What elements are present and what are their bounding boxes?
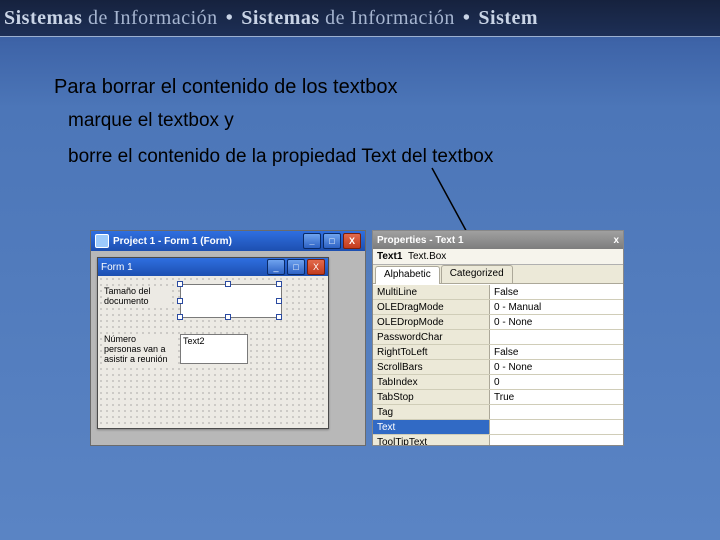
resize-handle[interactable] [225,314,231,320]
banner-word-bold-3: Sistem [478,7,538,30]
object-selector[interactable]: Text1 Text.Box [373,249,623,265]
minimize-button[interactable]: _ [303,233,321,249]
banner: Sistemas de Información • Sistemas de In… [0,0,720,36]
separator-dot: • [463,7,471,30]
tab-alphabetic[interactable]: Alphabetic [375,266,440,284]
instruction-line-1: marque el textbox y [68,110,234,132]
textbox-2[interactable]: Text2 [180,334,248,364]
resize-handle[interactable] [276,314,282,320]
property-value[interactable] [490,435,623,445]
form-designer-window[interactable]: Form 1 _ □ X Tamaño del documento [97,257,329,429]
property-value[interactable]: 0 - None [490,315,623,329]
property-name: OLEDragMode [373,300,490,314]
property-name: ToolTipText [373,435,490,445]
maximize-button[interactable]: □ [323,233,341,249]
property-value[interactable] [490,405,623,419]
property-value[interactable]: 0 - None [490,360,623,374]
form-title-text: Form 1 [101,262,133,273]
property-row-multiline[interactable]: MultiLineFalse [373,285,623,300]
property-row-tabstop[interactable]: TabStopTrue [373,390,623,405]
property-name: RightToLeft [373,345,490,359]
property-name: Tag [373,405,490,419]
property-name: MultiLine [373,285,490,299]
property-row-scrollbars[interactable]: ScrollBars0 - None [373,360,623,375]
ide-title-text: Project 1 - Form 1 (Form) [113,236,232,247]
property-value[interactable]: False [490,345,623,359]
property-name: PasswordChar [373,330,490,344]
ide-body: Form 1 _ □ X Tamaño del documento [91,251,365,445]
tab-categorized[interactable]: Categorized [441,265,513,283]
object-name: Text1 [377,251,402,262]
properties-tabs: Alphabetic Categorized [373,265,623,284]
properties-titlebar[interactable]: Properties - Text 1 x [373,231,623,249]
resize-handle[interactable] [177,314,183,320]
property-row-text[interactable]: Text [373,420,623,435]
banner-word-light-1: de Información [88,7,218,30]
ide-titlebar[interactable]: Project 1 - Form 1 (Form) _ □ X [91,231,365,251]
object-class: Text.Box [408,251,446,262]
properties-close-icon[interactable]: x [613,235,619,246]
property-row-tabindex[interactable]: TabIndex0 [373,375,623,390]
resize-handle[interactable] [177,281,183,287]
label-numero[interactable]: Número personas van a asistir a reunión [102,334,176,366]
property-value[interactable] [490,330,623,344]
textbox-1[interactable] [180,284,282,318]
property-name: TabIndex [373,375,490,389]
form-maximize-button[interactable]: □ [287,259,305,275]
form-close-button[interactable]: X [307,259,325,275]
banner-rule [0,36,720,37]
property-name: Text [373,420,490,434]
instruction-line-2: borre el contenido de la propiedad Text … [68,146,493,168]
property-value[interactable]: 0 - Manual [490,300,623,314]
property-row-oledragmode[interactable]: OLEDragMode0 - Manual [373,300,623,315]
form-canvas[interactable]: Tamaño del documento Número personas van… [98,276,328,428]
label-tamano[interactable]: Tamaño del documento [102,286,172,308]
properties-title-text: Properties - Text 1 [377,235,464,246]
close-button[interactable]: X [343,233,361,249]
resize-handle[interactable] [177,298,183,304]
banner-word-bold-2: Sistemas [241,7,319,30]
property-name: TabStop [373,390,490,404]
instruction-heading: Para borrar el contenido de los textbox [54,76,398,99]
property-name: ScrollBars [373,360,490,374]
property-row-righttoleft[interactable]: RightToLeftFalse [373,345,623,360]
property-name: OLEDropMode [373,315,490,329]
properties-grid[interactable]: MultiLineFalseOLEDragMode0 - ManualOLEDr… [373,284,623,445]
separator-dot: • [226,7,234,30]
property-row-tag[interactable]: Tag [373,405,623,420]
resize-handle[interactable] [225,281,231,287]
resize-handle[interactable] [276,298,282,304]
banner-word-bold-1: Sistemas [4,7,82,30]
property-row-oledropmode[interactable]: OLEDropMode0 - None [373,315,623,330]
properties-panel: Properties - Text 1 x Text1 Text.Box Alp… [372,230,624,446]
ide-window: Project 1 - Form 1 (Form) _ □ X Form 1 _… [90,230,366,446]
resize-handle[interactable] [276,281,282,287]
property-value[interactable] [490,420,623,434]
form-minimize-button[interactable]: _ [267,259,285,275]
property-value[interactable]: False [490,285,623,299]
property-row-passwordchar[interactable]: PasswordChar [373,330,623,345]
property-value[interactable]: 0 [490,375,623,389]
screenshots-container: Project 1 - Form 1 (Form) _ □ X Form 1 _… [90,230,630,450]
property-row-tooltiptext[interactable]: ToolTipText [373,435,623,445]
form-titlebar[interactable]: Form 1 _ □ X [98,258,328,276]
project-icon [95,234,109,248]
property-value[interactable]: True [490,390,623,404]
banner-word-light-2: de Información [325,7,455,30]
